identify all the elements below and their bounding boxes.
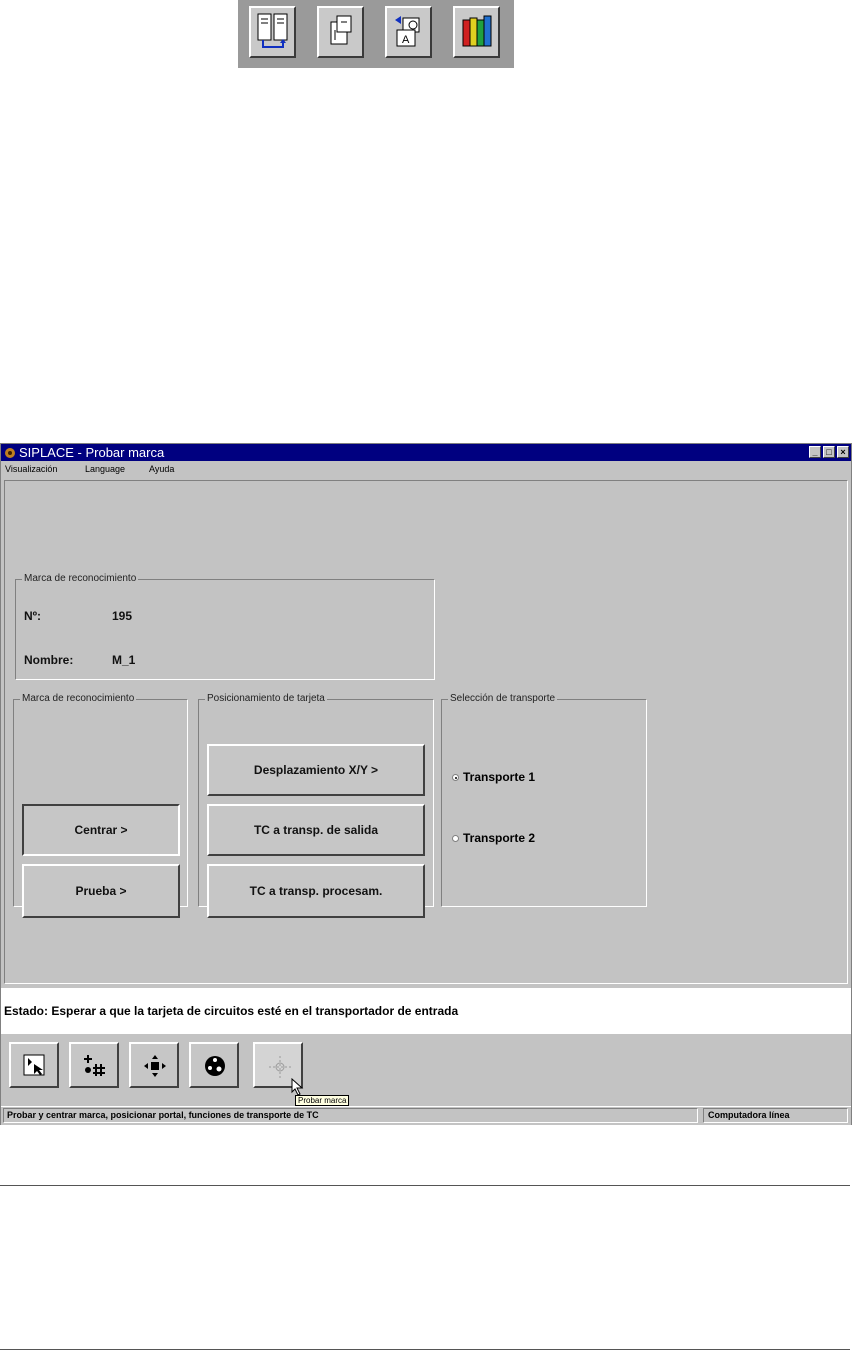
xy-displacement-button[interactable]: Desplazamiento X/Y > bbox=[207, 744, 425, 796]
title-bar: SIPLACE - Probar marca _ □ × bbox=[1, 444, 851, 461]
mark-name-value: M_1 bbox=[112, 653, 136, 667]
move-tool-button[interactable] bbox=[129, 1042, 179, 1088]
transport-group-title: Selección de transporte bbox=[448, 693, 558, 704]
status-text: Estado: Esperar a que la tarjeta de circ… bbox=[4, 1004, 459, 1018]
mark-number-label: Nº: bbox=[24, 609, 42, 623]
client-area: Marca de reconocimiento Nº: 195 Nombre: … bbox=[4, 480, 848, 984]
status-area: Estado: Esperar a que la tarjeta de circ… bbox=[1, 988, 851, 1034]
test-button[interactable]: Prueba > bbox=[22, 864, 180, 918]
mark-actions-group-title: Marca de reconocimiento bbox=[20, 693, 137, 704]
positioning-group: Posicionamiento de tarjeta Desplazamient… bbox=[198, 693, 434, 918]
mark-number-value: 195 bbox=[112, 609, 133, 623]
exit-transport-button[interactable]: TC a transp. de salida bbox=[207, 804, 425, 856]
mark-actions-group: Marca de reconocimiento Centrar > Prueba… bbox=[13, 693, 188, 918]
menu-ayuda[interactable]: Ayuda bbox=[149, 464, 174, 474]
transport-2-option[interactable]: Transporte 2 bbox=[452, 831, 535, 845]
grid-add-tool-button[interactable] bbox=[69, 1042, 119, 1088]
tooltip: Probar marca bbox=[295, 1095, 350, 1106]
search-page-button[interactable]: A bbox=[385, 6, 432, 58]
transport-2-radio[interactable] bbox=[452, 834, 459, 842]
maximize-button[interactable]: □ bbox=[823, 446, 835, 458]
top-toolbar: A bbox=[238, 0, 514, 68]
window-title: SIPLACE - Probar marca bbox=[19, 445, 165, 460]
transport-1-option[interactable]: Transporte 1 bbox=[452, 770, 535, 784]
center-button[interactable]: Centrar > bbox=[22, 804, 180, 856]
transport-1-radio[interactable] bbox=[452, 773, 459, 781]
mark-info-group: Marca de reconocimiento Nº: 195 Nombre: … bbox=[15, 573, 435, 680]
statusbar-hint: Probar y centrar marca, posicionar porta… bbox=[3, 1108, 698, 1123]
menu-visualizacion[interactable]: Visualización bbox=[5, 464, 57, 474]
horizontal-rule bbox=[0, 1185, 850, 1186]
horizontal-rule-bottom bbox=[0, 1349, 850, 1350]
transport-2-label: Transporte 2 bbox=[463, 831, 536, 845]
menu-bar: Visualización Language Ayuda bbox=[1, 462, 851, 478]
book-layout-button[interactable] bbox=[249, 6, 296, 58]
mark-name-label: Nombre: bbox=[24, 653, 74, 667]
menu-language[interactable]: Language bbox=[85, 464, 125, 474]
close-button[interactable]: × bbox=[837, 446, 849, 458]
select-tool-button[interactable] bbox=[9, 1042, 59, 1088]
circle-tool-button[interactable] bbox=[189, 1042, 239, 1088]
document-page-button[interactable] bbox=[317, 6, 364, 58]
statusbar-mode: Computadora línea bbox=[703, 1108, 848, 1123]
books-button[interactable] bbox=[453, 6, 500, 58]
application-window: SIPLACE - Probar marca _ □ × Visualizaci… bbox=[0, 443, 852, 1125]
status-bar: Probar y centrar marca, posicionar porta… bbox=[1, 1106, 851, 1125]
transport-group: Selección de transporte Transporte 1 Tra… bbox=[441, 693, 647, 907]
svg-text:A: A bbox=[402, 34, 410, 46]
bottom-toolbar: Probar marca bbox=[1, 1034, 851, 1106]
transport-1-label: Transporte 1 bbox=[463, 770, 536, 784]
process-transport-button[interactable]: TC a transp. procesam. bbox=[207, 864, 425, 918]
positioning-group-title: Posicionamiento de tarjeta bbox=[205, 693, 327, 704]
minimize-button[interactable]: _ bbox=[809, 446, 821, 458]
mark-info-group-title: Marca de reconocimiento bbox=[22, 573, 139, 584]
